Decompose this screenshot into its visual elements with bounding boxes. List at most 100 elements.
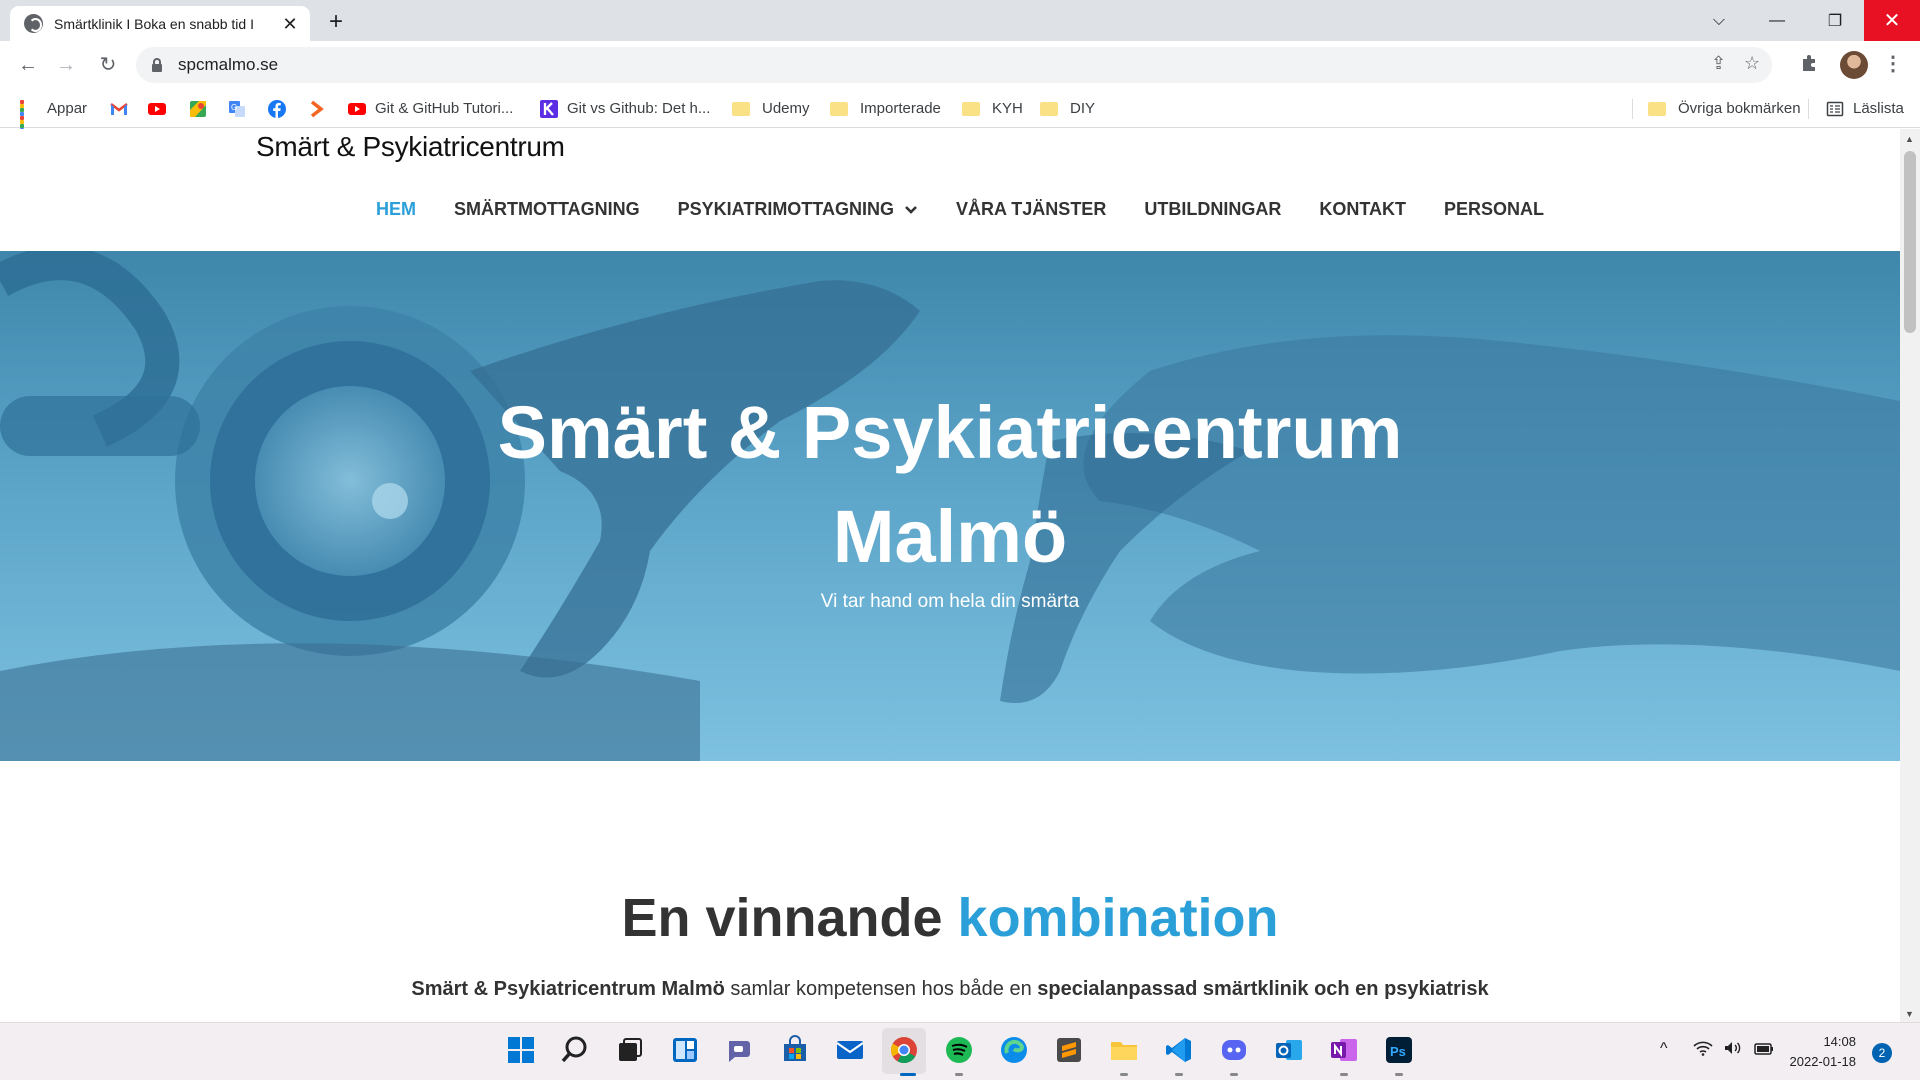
profile-avatar[interactable] <box>1840 51 1868 79</box>
hero-banner: Smärt & Psykiatricentrum Malmö Vi tar ha… <box>0 251 1900 761</box>
chrome-icon[interactable] <box>889 1035 919 1065</box>
clock-date: 2022-01-18 <box>1789 1054 1857 1069</box>
bookmark-git-vs-github[interactable]: Git vs Github: Det h... <box>540 89 710 128</box>
nav-psykiatrimottagning[interactable]: PSYKIATRIMOTTAGNING <box>678 199 918 220</box>
nav-utbildningar[interactable]: UTBILDNINGAR <box>1144 199 1281 220</box>
scroll-down-arrow-icon[interactable]: ▼ <box>1905 1009 1914 1019</box>
notification-badge[interactable]: 2 <box>1872 1043 1892 1063</box>
bookmark-facebook[interactable] <box>268 89 295 128</box>
windows-start-icon[interactable] <box>506 1035 536 1065</box>
close-window-button[interactable]: ✕ <box>1864 0 1920 41</box>
browser-tab-active[interactable]: Smärtklinik I Boka en snabb tid I ✕ <box>10 6 310 41</box>
forward-button[interactable]: → <box>52 51 80 79</box>
restore-button[interactable]: ❐ <box>1806 0 1864 41</box>
intro-bold-2: specialanpassad smärtklinik och en psyki… <box>1037 978 1489 1000</box>
address-bar[interactable]: spcmalmo.se ⇪ ☆ <box>136 47 1772 83</box>
store-icon[interactable] <box>780 1035 810 1065</box>
discord-running-indicator <box>1230 1073 1238 1076</box>
bookmark-folder-other[interactable]: Övriga bokmärken <box>1648 89 1801 128</box>
hero-title: Smärt & Psykiatricentrum Malmö <box>0 381 1900 589</box>
bookmark-maps[interactable] <box>189 89 216 128</box>
clock[interactable]: 14:08 2022-01-18 <box>1776 1032 1857 1072</box>
scroll-thumb[interactable] <box>1904 151 1916 333</box>
intro-plain: samlar kompetensen hos både en <box>724 978 1038 1000</box>
new-tab-button[interactable]: + <box>322 9 350 37</box>
volume-icon[interactable] <box>1723 1040 1743 1056</box>
svg-text:Ps: Ps <box>1390 1044 1406 1059</box>
back-button[interactable]: ← <box>14 51 42 79</box>
photoshop-icon[interactable]: Ps <box>1384 1035 1414 1065</box>
edge-icon[interactable] <box>999 1035 1029 1065</box>
folder-icon <box>1648 101 1666 116</box>
sublime-icon[interactable] <box>1054 1035 1084 1065</box>
wifi-icon[interactable] <box>1693 1040 1713 1056</box>
intro-bold-1: Smärt & Psykiatricentrum Malmö <box>411 978 725 1000</box>
folder-icon <box>1040 101 1058 116</box>
onenote-running-indicator <box>1340 1073 1348 1076</box>
bookmark-gmail[interactable] <box>110 89 137 128</box>
tab-strip: Smärtklinik I Boka en snabb tid I ✕ + ⌵ … <box>0 0 1920 41</box>
task-view-icon[interactable] <box>615 1035 645 1065</box>
bookmark-translate[interactable]: G <box>228 89 255 128</box>
maps-icon <box>190 100 206 117</box>
search-icon[interactable] <box>560 1035 590 1065</box>
widgets-icon[interactable] <box>670 1035 700 1065</box>
svg-text:G: G <box>231 103 237 112</box>
lock-icon[interactable] <box>151 58 163 72</box>
explorer-running-indicator <box>1120 1073 1128 1076</box>
mail-icon[interactable] <box>835 1035 865 1065</box>
youtube-icon <box>148 102 166 115</box>
bookmark-chevron[interactable] <box>308 89 335 128</box>
nav-personal[interactable]: PERSONAL <box>1444 199 1544 220</box>
web-page: Smärt & Psykiatricentrum HEM SMÄRTMOTTAG… <box>0 129 1900 1022</box>
nav-vara-tjanster[interactable]: VÅRA TJÄNSTER <box>956 199 1106 220</box>
chevron-orange-icon <box>310 100 324 117</box>
main-navigation: HEM SMÄRTMOTTAGNING PSYKIATRIMOTTAGNING … <box>0 199 1900 220</box>
url-text[interactable]: spcmalmo.se <box>178 55 278 75</box>
scroll-up-arrow-icon[interactable]: ▲ <box>1905 134 1914 144</box>
bookmark-folder-diy[interactable]: DIY <box>1040 89 1095 128</box>
site-logo[interactable]: Smärt & Psykiatricentrum <box>256 131 565 163</box>
file-explorer-icon[interactable] <box>1109 1035 1139 1065</box>
bookmark-youtube[interactable] <box>148 89 175 128</box>
intro-paragraph: Smärt & Psykiatricentrum Malmö samlar ko… <box>0 978 1900 1001</box>
bookmark-folder-kyh[interactable]: KYH <box>962 89 1023 128</box>
section-heading-plain: En vinnande <box>621 888 943 948</box>
battery-icon[interactable] <box>1753 1040 1775 1056</box>
k-icon <box>540 99 558 118</box>
nav-hem[interactable]: HEM <box>376 199 416 220</box>
minimize-button[interactable]: — <box>1748 0 1806 41</box>
bookmarks-divider <box>1632 99 1633 119</box>
bookmark-git-tutorial[interactable]: Git & GitHub Tutori... <box>348 89 513 128</box>
outlook-icon[interactable] <box>1274 1035 1304 1065</box>
bookmark-star-icon[interactable]: ☆ <box>1744 53 1760 74</box>
teams-chat-icon[interactable] <box>725 1035 755 1065</box>
reading-list-button[interactable]: Läslista <box>1826 89 1904 128</box>
hero-title-line1: Smärt & Psykiatricentrum <box>497 391 1403 474</box>
hero-subtitle: Vi tar hand om hela din smärta <box>820 591 1080 612</box>
vscode-icon[interactable] <box>1164 1035 1194 1065</box>
tab-close-icon[interactable]: ✕ <box>280 14 300 34</box>
tray-chevron-up-icon[interactable]: ^ <box>1660 1040 1668 1058</box>
folder-icon <box>962 101 980 116</box>
bookmark-apps[interactable]: Appar <box>20 89 87 136</box>
discord-icon[interactable] <box>1219 1035 1249 1065</box>
bookmark-folder-udemy[interactable]: Udemy <box>732 89 810 128</box>
spotify-icon[interactable] <box>944 1035 974 1065</box>
onenote-icon[interactable] <box>1329 1035 1359 1065</box>
nav-kontakt[interactable]: KONTAKT <box>1319 199 1406 220</box>
facebook-icon <box>268 99 286 118</box>
browser-toolbar: ← → ↻ spcmalmo.se ⇪ ☆ ⋮ <box>0 41 1920 89</box>
reading-list-icon <box>1826 101 1844 116</box>
share-icon[interactable]: ⇪ <box>1711 53 1726 74</box>
puzzle-icon[interactable] <box>1800 53 1820 73</box>
bookmark-folder-importerade[interactable]: Importerade <box>830 89 941 128</box>
tab-search-button[interactable]: ⌵ <box>1690 0 1748 41</box>
nav-smartmottagning[interactable]: SMÄRTMOTTAGNING <box>454 199 640 220</box>
chevron-down-icon <box>905 205 917 214</box>
reload-button[interactable]: ↻ <box>94 51 122 79</box>
browser-menu-icon[interactable]: ⋮ <box>1883 51 1903 76</box>
section-heading: En vinnande kombination <box>0 887 1900 949</box>
page-scrollbar[interactable]: ▲ ▼ <box>1900 129 1920 1022</box>
bookmarks-bar: Appar G Git & GitHub Tutori... Git vs Gi… <box>0 89 1920 136</box>
